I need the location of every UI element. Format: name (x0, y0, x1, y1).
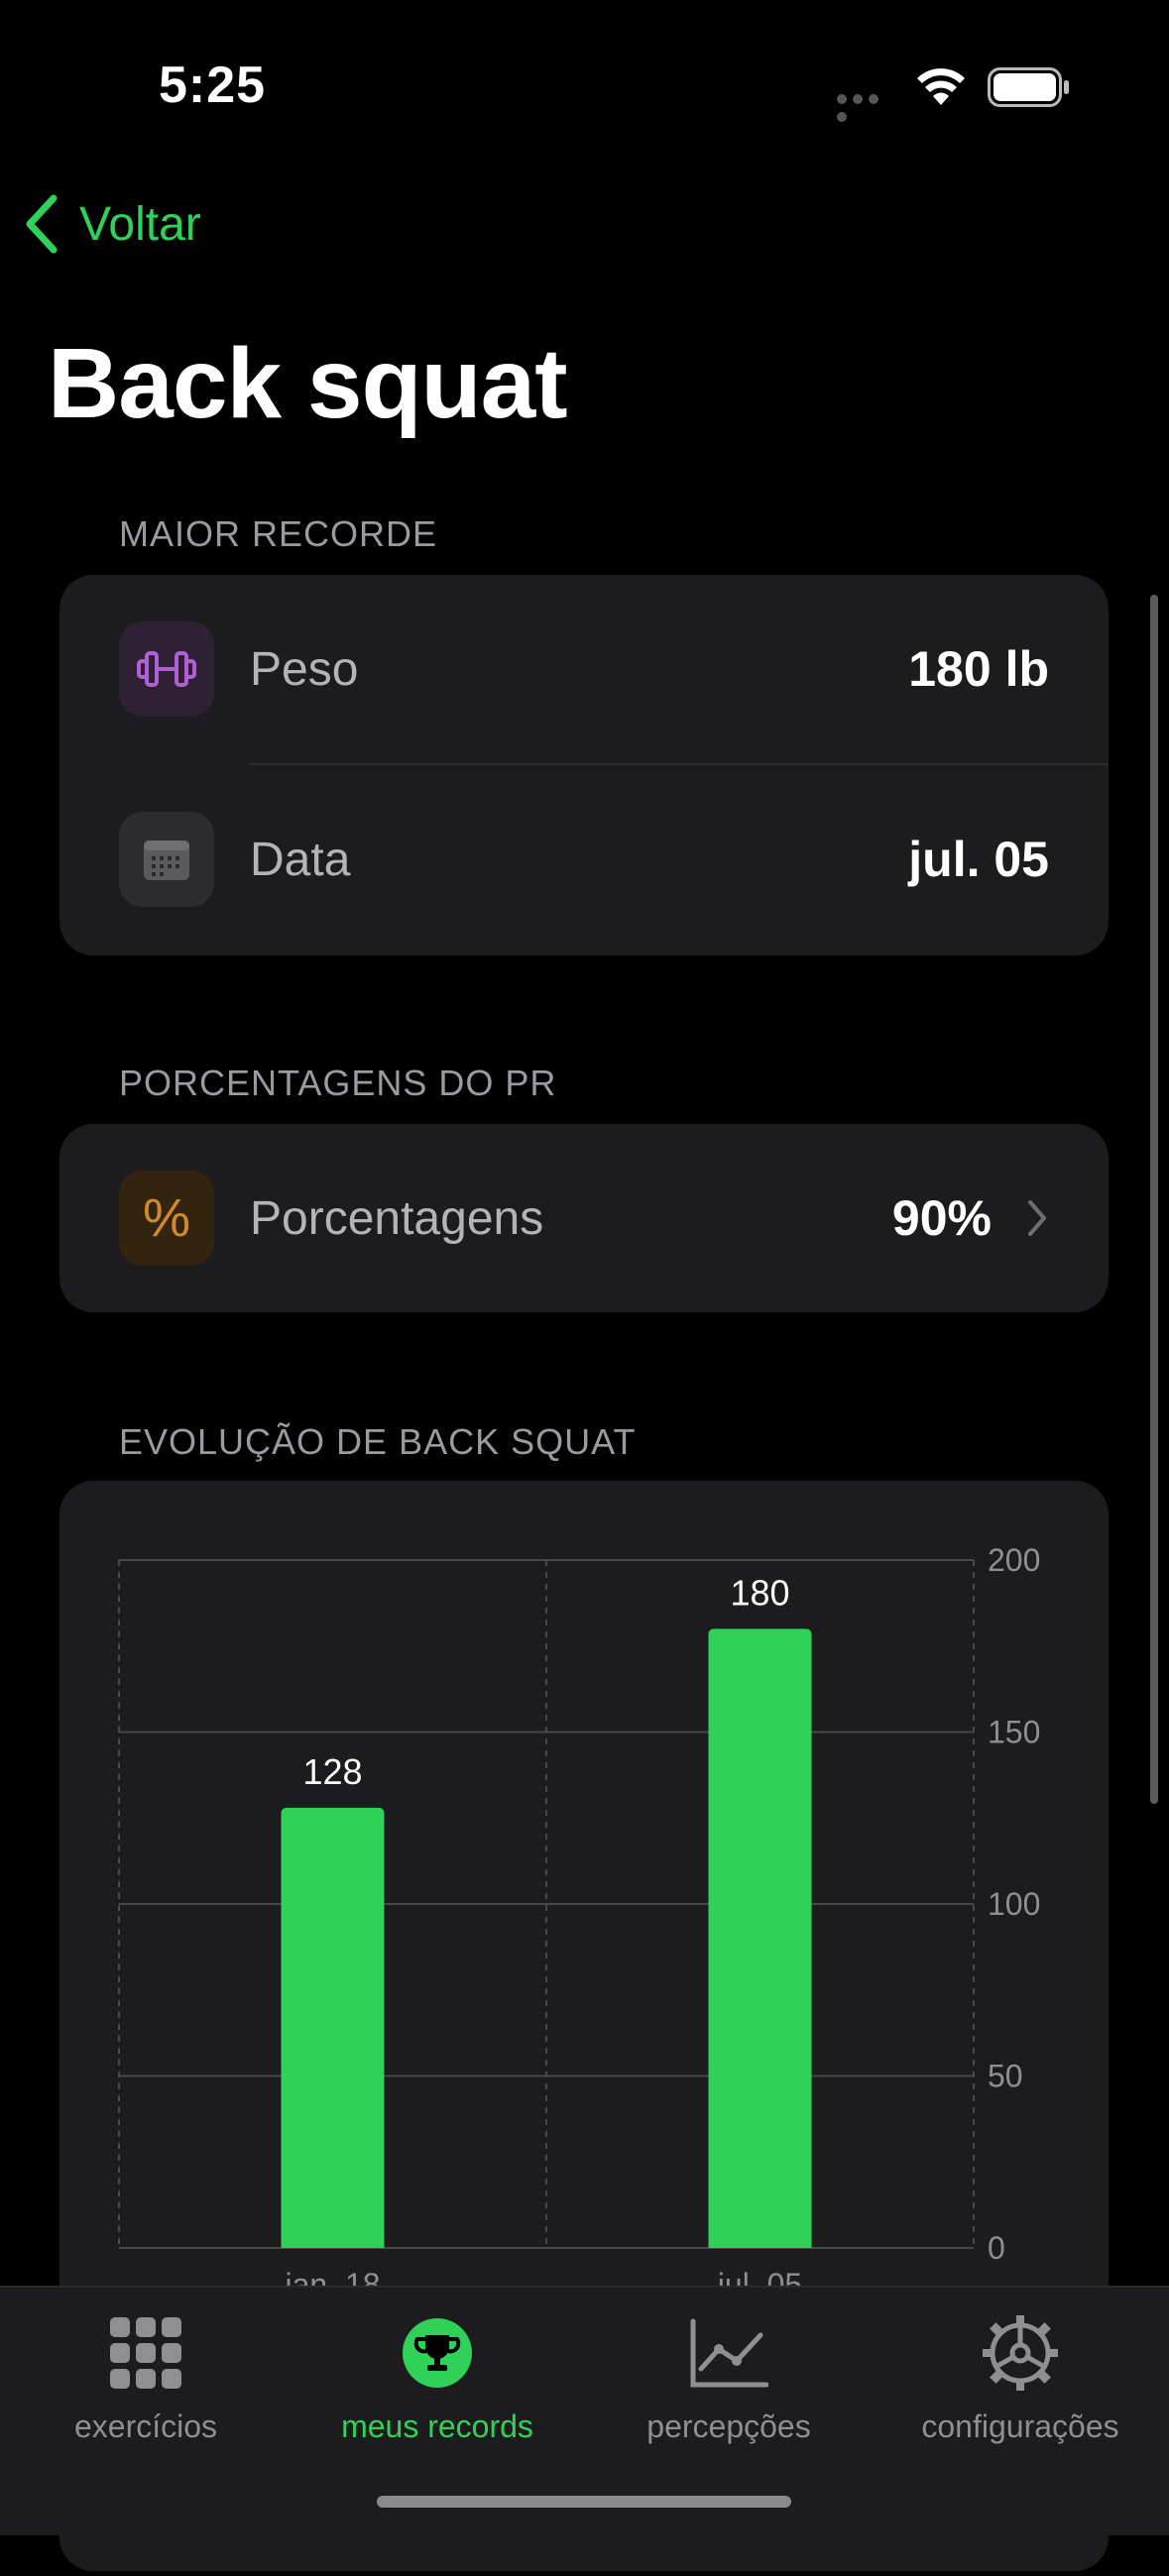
dumbbell-icon (119, 621, 214, 717)
y-tick-label: 100 (988, 1886, 1040, 1922)
bar (708, 1628, 812, 2248)
scrollbar[interactable] (1150, 595, 1158, 1804)
gear-icon (973, 2305, 1068, 2401)
page-title: Back squat (48, 328, 568, 439)
tab-label: percepções (646, 2408, 811, 2444)
weight-row: Peso 180 lb (59, 575, 1109, 763)
calendar-icon (119, 812, 214, 907)
back-label: Voltar (79, 197, 201, 251)
y-tick-label: 0 (988, 2230, 1005, 2266)
y-tick-label: 150 (988, 1715, 1040, 1750)
tab-label: meus records (341, 2408, 533, 2444)
wifi-icon (914, 65, 968, 107)
weight-value: 180 lb (908, 641, 1049, 697)
record-card: Peso 180 lb Data jul. 05 (59, 575, 1109, 955)
y-tick-label: 50 (988, 2059, 1023, 2094)
tab-insights[interactable]: percepções (583, 2288, 875, 2445)
tab-label: configurações (921, 2408, 1119, 2444)
cellular-signal-icon (837, 91, 898, 122)
percent-value: 90% (891, 1190, 992, 1246)
back-button[interactable]: Voltar (24, 194, 201, 254)
percent-card[interactable]: % Porcentagens 90% (59, 1124, 1109, 1312)
home-indicator (377, 2496, 791, 2508)
bar-data-label: 180 (730, 1572, 789, 1613)
date-value: jul. 05 (908, 832, 1049, 887)
tab-label: exercícios (73, 2408, 218, 2444)
bar-data-label: 128 (302, 1751, 362, 1792)
status-time: 5:25 (159, 56, 267, 114)
percent-label: Porcentagens (250, 1191, 544, 1245)
tab-my-records[interactable]: meus records (292, 2288, 583, 2445)
section-header-record: MAIOR RECORDE (119, 513, 438, 554)
bar (281, 1807, 385, 2248)
section-header-percent: PORCENTAGENS DO PR (119, 1063, 557, 1103)
chevron-right-icon (1028, 1200, 1046, 1236)
percent-row[interactable]: % Porcentagens 90% (59, 1124, 1109, 1312)
date-row: Data jul. 05 (59, 765, 1109, 953)
date-label: Data (250, 833, 351, 886)
tab-exercises[interactable]: exercícios (0, 2288, 292, 2445)
trophy-icon (390, 2305, 485, 2401)
tab-settings[interactable]: configurações (875, 2288, 1166, 2445)
chevron-left-icon (26, 194, 58, 254)
section-header-chart: EVOLUÇÃO DE BACK SQUAT (119, 1421, 637, 1462)
weight-label: Peso (250, 642, 359, 696)
line-chart-icon (681, 2305, 776, 2401)
y-tick-label: 200 (988, 1542, 1040, 1578)
battery-icon (988, 67, 1071, 107)
percent-icon: % (119, 1171, 214, 1266)
grid-icon (98, 2305, 193, 2401)
